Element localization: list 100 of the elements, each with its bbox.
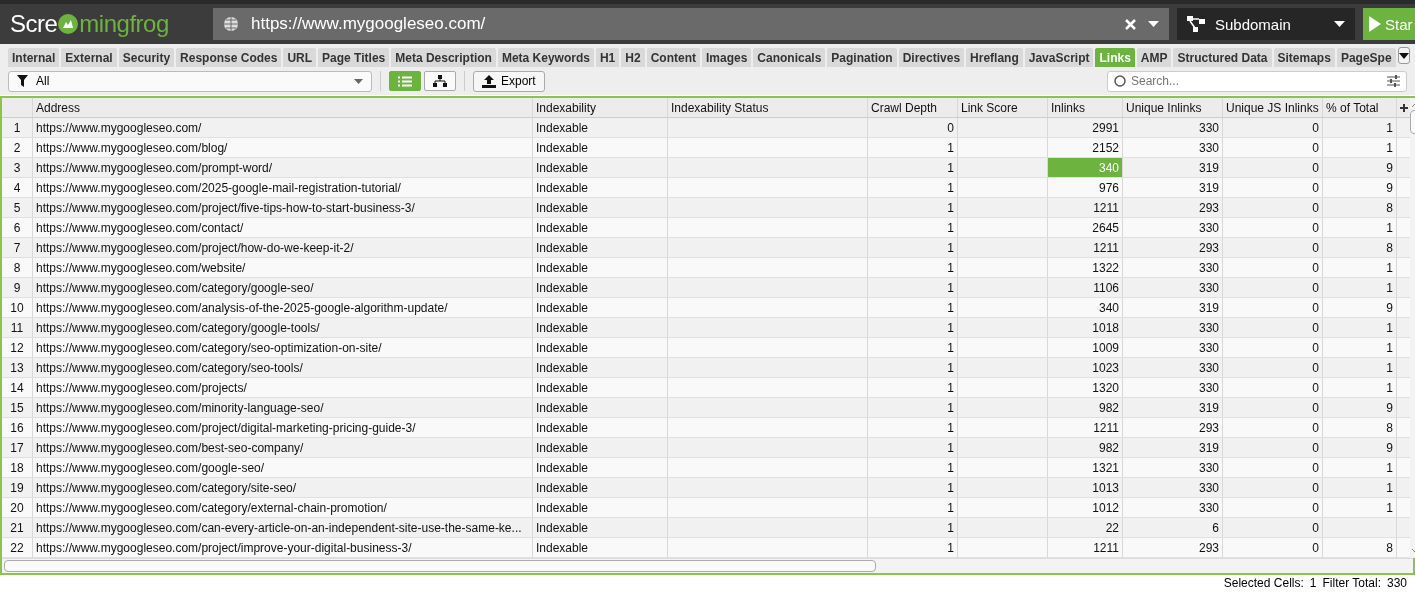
column-header[interactable]: Crawl Depth bbox=[868, 98, 958, 117]
table-cell: 0 bbox=[1223, 518, 1323, 537]
caret-icon bbox=[1334, 21, 1345, 27]
more-tabs-button[interactable] bbox=[1397, 47, 1410, 64]
table-cell: https://www.mygoogleseo.com/best-seo-company/ bbox=[33, 438, 533, 457]
table-cell: 0 bbox=[1223, 158, 1323, 177]
table-cell: 330 bbox=[1123, 358, 1223, 377]
table-cell: 330 bbox=[1123, 218, 1223, 237]
search-box[interactable]: Search... bbox=[1107, 70, 1407, 92]
table-cell: 1 bbox=[1323, 138, 1397, 157]
table-cell: 1211 bbox=[1048, 238, 1123, 257]
tab[interactable]: Hreflang bbox=[966, 48, 1023, 67]
globe-icon bbox=[223, 16, 239, 32]
row-number: 15 bbox=[2, 398, 33, 417]
table-cell: https://www.mygoogleseo.com/contact/ bbox=[33, 218, 533, 237]
table-cell: 1 bbox=[868, 158, 958, 177]
export-button[interactable]: Export bbox=[473, 70, 545, 92]
tab[interactable]: H1 bbox=[595, 48, 620, 67]
table-cell: 0 bbox=[1223, 458, 1323, 477]
tab[interactable]: Directives bbox=[898, 48, 965, 67]
table-cell: 1 bbox=[868, 478, 958, 497]
play-icon bbox=[1369, 16, 1381, 32]
row-number: 11 bbox=[2, 318, 33, 337]
table-cell: 1018 bbox=[1048, 318, 1123, 337]
table-cell: 22 bbox=[1048, 518, 1123, 537]
tab[interactable]: Pagination bbox=[827, 48, 897, 67]
column-header[interactable]: Indexability Status bbox=[668, 98, 868, 117]
table-cell: 0 bbox=[1223, 378, 1323, 397]
tab[interactable]: URL bbox=[283, 48, 317, 67]
sliders-icon[interactable] bbox=[1387, 75, 1400, 87]
table-cell: 1 bbox=[868, 298, 958, 317]
table-cell: Indexable bbox=[533, 458, 668, 477]
table-cell: 0 bbox=[1223, 538, 1323, 557]
column-header[interactable]: Unique JS Inlinks bbox=[1223, 98, 1323, 117]
table-cell: https://www.mygoogleseo.com/google-seo/ bbox=[33, 458, 533, 477]
tab[interactable]: JavaScript bbox=[1024, 48, 1094, 67]
table-cell: Indexable bbox=[533, 318, 668, 337]
address-bar[interactable]: https://www.mygoogleseo.com/ bbox=[213, 8, 1169, 40]
tab[interactable]: Page Titles bbox=[318, 48, 390, 67]
table-cell: 1 bbox=[1323, 458, 1397, 477]
url-field[interactable]: https://www.mygoogleseo.com/ bbox=[251, 14, 1113, 34]
table-cell: 330 bbox=[1123, 338, 1223, 357]
table-cell: 1321 bbox=[1048, 458, 1123, 477]
table-cell: 0 bbox=[1223, 498, 1323, 517]
table-cell: 1023 bbox=[1048, 358, 1123, 377]
table-cell: Indexable bbox=[533, 238, 668, 257]
table-cell: https://www.mygoogleseo.com/prompt-word/ bbox=[33, 158, 533, 177]
tab[interactable]: Structured Data bbox=[1173, 48, 1272, 67]
tab[interactable]: Images bbox=[701, 48, 752, 67]
tab[interactable]: H2 bbox=[621, 48, 645, 67]
tab[interactable]: External bbox=[61, 48, 117, 67]
caret-icon[interactable] bbox=[1148, 21, 1159, 27]
tab[interactable]: Sitemaps bbox=[1273, 48, 1335, 67]
horizontal-scrollbar[interactable] bbox=[2, 558, 1413, 573]
table-cell: Indexable bbox=[533, 518, 668, 537]
tab[interactable]: Response Codes bbox=[176, 48, 282, 67]
table-cell: 9 bbox=[1323, 158, 1397, 177]
row-number: 18 bbox=[2, 458, 33, 477]
table-cell: 330 bbox=[1123, 458, 1223, 477]
caret-icon bbox=[1398, 52, 1409, 59]
table-cell: Indexable bbox=[533, 278, 668, 297]
tab[interactable]: Meta Description bbox=[391, 48, 496, 67]
column-header[interactable]: % of Total bbox=[1323, 98, 1397, 117]
row-number: 7 bbox=[2, 238, 33, 257]
table-cell: https://www.mygoogleseo.com/category/google-seo/ bbox=[33, 278, 533, 297]
tab[interactable]: AMP bbox=[1136, 48, 1172, 67]
tab[interactable]: PageSpe bbox=[1336, 48, 1396, 67]
tree-view-button[interactable] bbox=[424, 71, 456, 91]
table-cell: Indexable bbox=[533, 378, 668, 397]
table-cell: Indexable bbox=[533, 438, 668, 457]
search-icon bbox=[1114, 75, 1126, 87]
mode-dropdown[interactable]: Subdomain bbox=[1177, 8, 1355, 40]
table-cell: 1106 bbox=[1048, 278, 1123, 297]
filter-dropdown[interactable]: All bbox=[8, 70, 372, 92]
tab[interactable]: Canonicals bbox=[753, 48, 826, 67]
tab[interactable]: Internal bbox=[8, 48, 60, 67]
tab[interactable]: Security bbox=[118, 48, 175, 67]
clear-icon[interactable] bbox=[1125, 18, 1136, 30]
table-cell: 330 bbox=[1123, 278, 1223, 297]
column-header[interactable]: Inlinks bbox=[1048, 98, 1123, 117]
column-header[interactable]: Indexability bbox=[533, 98, 668, 117]
table-cell: https://www.mygoogleseo.com/ bbox=[33, 118, 533, 137]
row-number: 8 bbox=[2, 258, 33, 277]
table-cell: 1211 bbox=[1048, 538, 1123, 557]
tab[interactable]: Meta Keywords bbox=[497, 48, 594, 67]
table-cell: 1 bbox=[1323, 258, 1397, 277]
column-header[interactable]: Unique Inlinks bbox=[1123, 98, 1223, 117]
tab[interactable]: Content bbox=[646, 48, 700, 67]
column-header[interactable]: Address bbox=[33, 98, 533, 117]
column-header[interactable]: Link Score bbox=[958, 98, 1048, 117]
table-cell: 1 bbox=[868, 338, 958, 357]
table-cell: https://www.mygoogleseo.com/category/seo-tools/ bbox=[33, 358, 533, 377]
frog-icon bbox=[57, 13, 80, 35]
table-cell: 1 bbox=[868, 518, 958, 537]
table-cell: 1 bbox=[1323, 318, 1397, 337]
table-cell: Indexable bbox=[533, 338, 668, 357]
table-cell: Indexable bbox=[533, 158, 668, 177]
table-cell: 319 bbox=[1123, 178, 1223, 197]
table-cell: Indexable bbox=[533, 178, 668, 197]
scroll-thumb[interactable] bbox=[4, 560, 876, 572]
